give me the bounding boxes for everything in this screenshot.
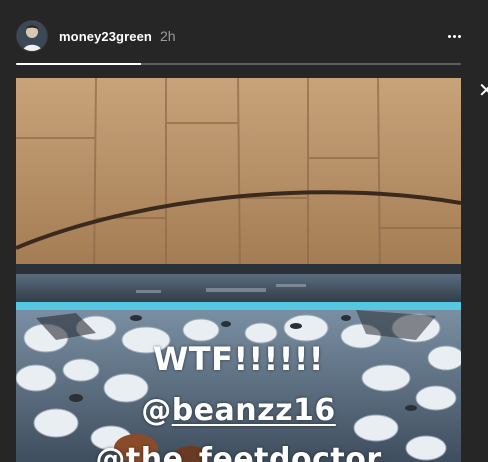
- mention-beanzz16[interactable]: beanzz16: [172, 393, 336, 428]
- dot: [447, 34, 451, 38]
- story-header: money23green 2h: [16, 20, 466, 52]
- story-progress-bar: [16, 63, 461, 65]
- avatar-image: [17, 21, 47, 51]
- user-avatar[interactable]: [16, 20, 48, 52]
- caption-line-2: @beanzz16: [16, 393, 461, 428]
- username[interactable]: money23green: [59, 29, 152, 44]
- story-media[interactable]: WTF!!!!!! @beanzz16 @the_feetdoctor: [16, 78, 461, 462]
- caption-at-sign: @: [141, 393, 172, 428]
- mention-the-feetdoctor[interactable]: @the_feetdoctor: [16, 442, 461, 462]
- story-progress-fill: [16, 63, 141, 65]
- timestamp: 2h: [159, 28, 176, 44]
- dot: [452, 34, 456, 38]
- caption-line-1: WTF!!!!!!: [152, 340, 325, 378]
- close-icon[interactable]: ✕: [478, 80, 488, 100]
- story-viewer: money23green 2h WTF!!!!!! @beanzz16 @the…: [0, 0, 488, 462]
- dot: [457, 34, 461, 38]
- more-options-icon[interactable]: [442, 26, 466, 46]
